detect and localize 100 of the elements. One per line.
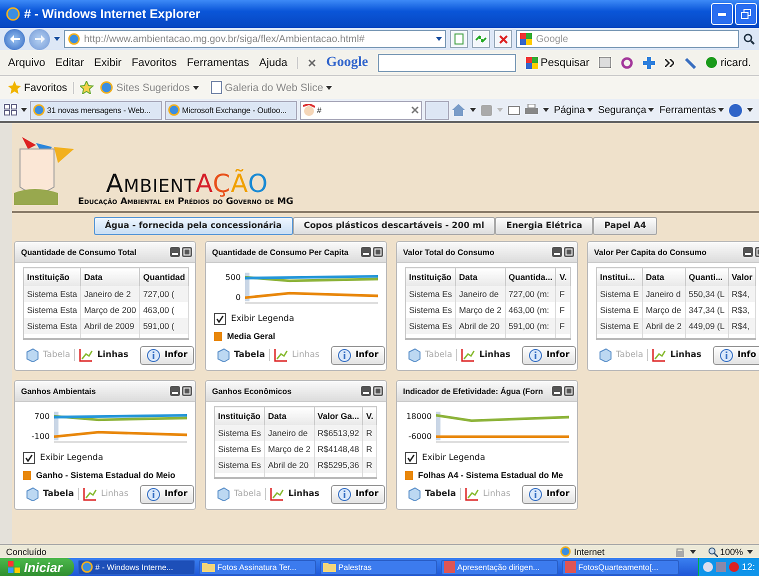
zoom-button[interactable]: 100% [708,546,743,556]
category-tab[interactable]: Água - fornecida pela concessionária [94,217,293,235]
ring-icon[interactable] [621,56,634,68]
view-tab[interactable]: Tabela [25,487,74,501]
view-tab[interactable]: Linhas [652,348,702,362]
minimize-icon[interactable] [170,386,180,396]
browser-tab[interactable]: Microsoft Exchange - Outloo... [165,100,297,120]
quick-tabs-icon[interactable] [4,104,18,116]
browser-tab[interactable]: # [300,100,422,120]
mail-icon[interactable] [508,106,520,114]
column-header[interactable]: Quantidad [140,268,189,286]
command-menu[interactable]: Página [554,104,593,116]
column-header[interactable]: Instituição [406,268,456,286]
back-button[interactable] [4,28,25,50]
account-button[interactable]: ricard. [706,56,751,68]
minimize-icon[interactable] [552,386,562,396]
column-header[interactable]: Instituição [24,268,81,286]
minimize-icon[interactable] [170,247,180,257]
add-favorite-icon[interactable] [80,81,94,94]
menu-item[interactable]: Editar [55,56,84,68]
caret-icon[interactable] [542,108,549,112]
caret-icon[interactable] [21,108,27,112]
refresh-button[interactable] [472,30,490,48]
column-header[interactable]: Institui... [596,268,642,286]
caret-icon[interactable] [326,86,332,90]
taskbar-item[interactable]: Fotos Assinatura Ter... [199,560,316,574]
info-button[interactable]: Infor [140,484,194,504]
minimize-icon[interactable] [361,386,371,396]
column-header[interactable]: Data [80,268,140,286]
close-icon[interactable] [308,58,316,66]
maximize-icon[interactable] [373,247,383,257]
checkbox[interactable] [23,452,35,464]
search-field[interactable] [378,54,516,72]
checkbox[interactable] [405,452,417,464]
caret-icon[interactable] [690,550,696,554]
column-header[interactable]: Data [642,268,686,286]
view-tab[interactable]: Linhas [270,487,320,501]
search-button[interactable]: Pesquisar [526,56,590,68]
caret-icon[interactable] [436,37,442,41]
column-header[interactable]: Data [456,268,506,286]
maximize-icon[interactable] [564,386,574,396]
menu-item[interactable]: Favoritos [132,56,177,68]
menu-item[interactable]: Ferramentas [186,56,250,68]
minimize-icon[interactable] [743,247,753,257]
menu-item[interactable]: Exibir [94,56,122,68]
column-header[interactable]: Valor Ga... [314,406,363,425]
plus-icon[interactable] [643,56,656,68]
caret-icon[interactable] [192,86,199,90]
column-header[interactable]: Valor [728,268,756,286]
print-icon[interactable] [524,104,538,116]
view-tab[interactable]: Linhas [79,348,128,362]
column-header[interactable]: Data [264,406,314,425]
column-header[interactable]: Quantida... [505,268,556,286]
info-button[interactable]: Infor [140,346,194,364]
caret-icon[interactable] [470,108,476,112]
info-button[interactable]: Infor [522,484,576,504]
browser-tab[interactable]: 31 novas mensagens - Web... [30,100,162,120]
address-field[interactable]: http://www.ambientacao.mg.gov.br/siga/flex/Ambientacao.html# [64,30,446,48]
taskbar-item[interactable]: FotosQuarteamento[... [562,560,680,574]
column-header[interactable]: V. [362,406,377,425]
view-tab[interactable]: Linhas [461,348,510,362]
column-header[interactable]: Instituição [214,406,264,425]
window-icon[interactable] [599,57,612,68]
info-button[interactable]: Infor [331,484,386,504]
maximize-icon[interactable] [564,247,574,257]
maximize-icon[interactable] [182,247,192,257]
help-icon[interactable] [729,104,742,116]
maximize-icon[interactable] [373,386,383,396]
menu-item[interactable]: Arquivo [8,56,46,68]
site-logo[interactable]: AmbientAÇÃO [106,170,294,197]
command-menu[interactable]: Ferramentas [659,104,724,116]
favorites-button[interactable]: Favoritos [8,81,68,94]
info-button[interactable]: Infor [522,346,576,364]
caret-icon[interactable] [718,108,724,112]
search-icon[interactable] [743,33,755,45]
checkbox[interactable] [214,313,226,325]
category-tab[interactable]: Papel A4 [593,217,658,235]
category-tab[interactable]: Energia Elétrica [495,217,594,235]
view-tab[interactable]: Tabela [216,348,265,362]
restore-button[interactable] [735,3,757,25]
caret-icon[interactable] [586,108,593,112]
maximize-icon[interactable] [182,386,192,396]
caret-icon[interactable] [54,37,60,41]
view-tab[interactable]: Tabela [407,487,456,501]
taskbar-item[interactable]: # - Windows Interne... [78,560,196,574]
minimize-button[interactable] [711,3,733,25]
info-button[interactable]: Info [713,346,759,364]
close-icon[interactable] [411,106,420,114]
minimize-icon[interactable] [552,247,562,257]
info-button[interactable]: Infor [331,346,386,364]
caret-icon[interactable] [747,550,753,554]
taskbar-item[interactable]: Apresentação dirigen... [441,560,558,574]
compatibility-button[interactable] [450,30,468,48]
caret-icon[interactable] [747,108,754,112]
command-menu[interactable]: Segurança [598,104,654,116]
category-tab[interactable]: Copos plásticos descartáveis - 200 ml [292,217,496,235]
caret-icon[interactable] [648,108,654,112]
stop-button[interactable] [494,30,512,48]
taskbar-item[interactable]: Palestras [320,560,438,574]
chevron-icon[interactable] [665,58,674,66]
